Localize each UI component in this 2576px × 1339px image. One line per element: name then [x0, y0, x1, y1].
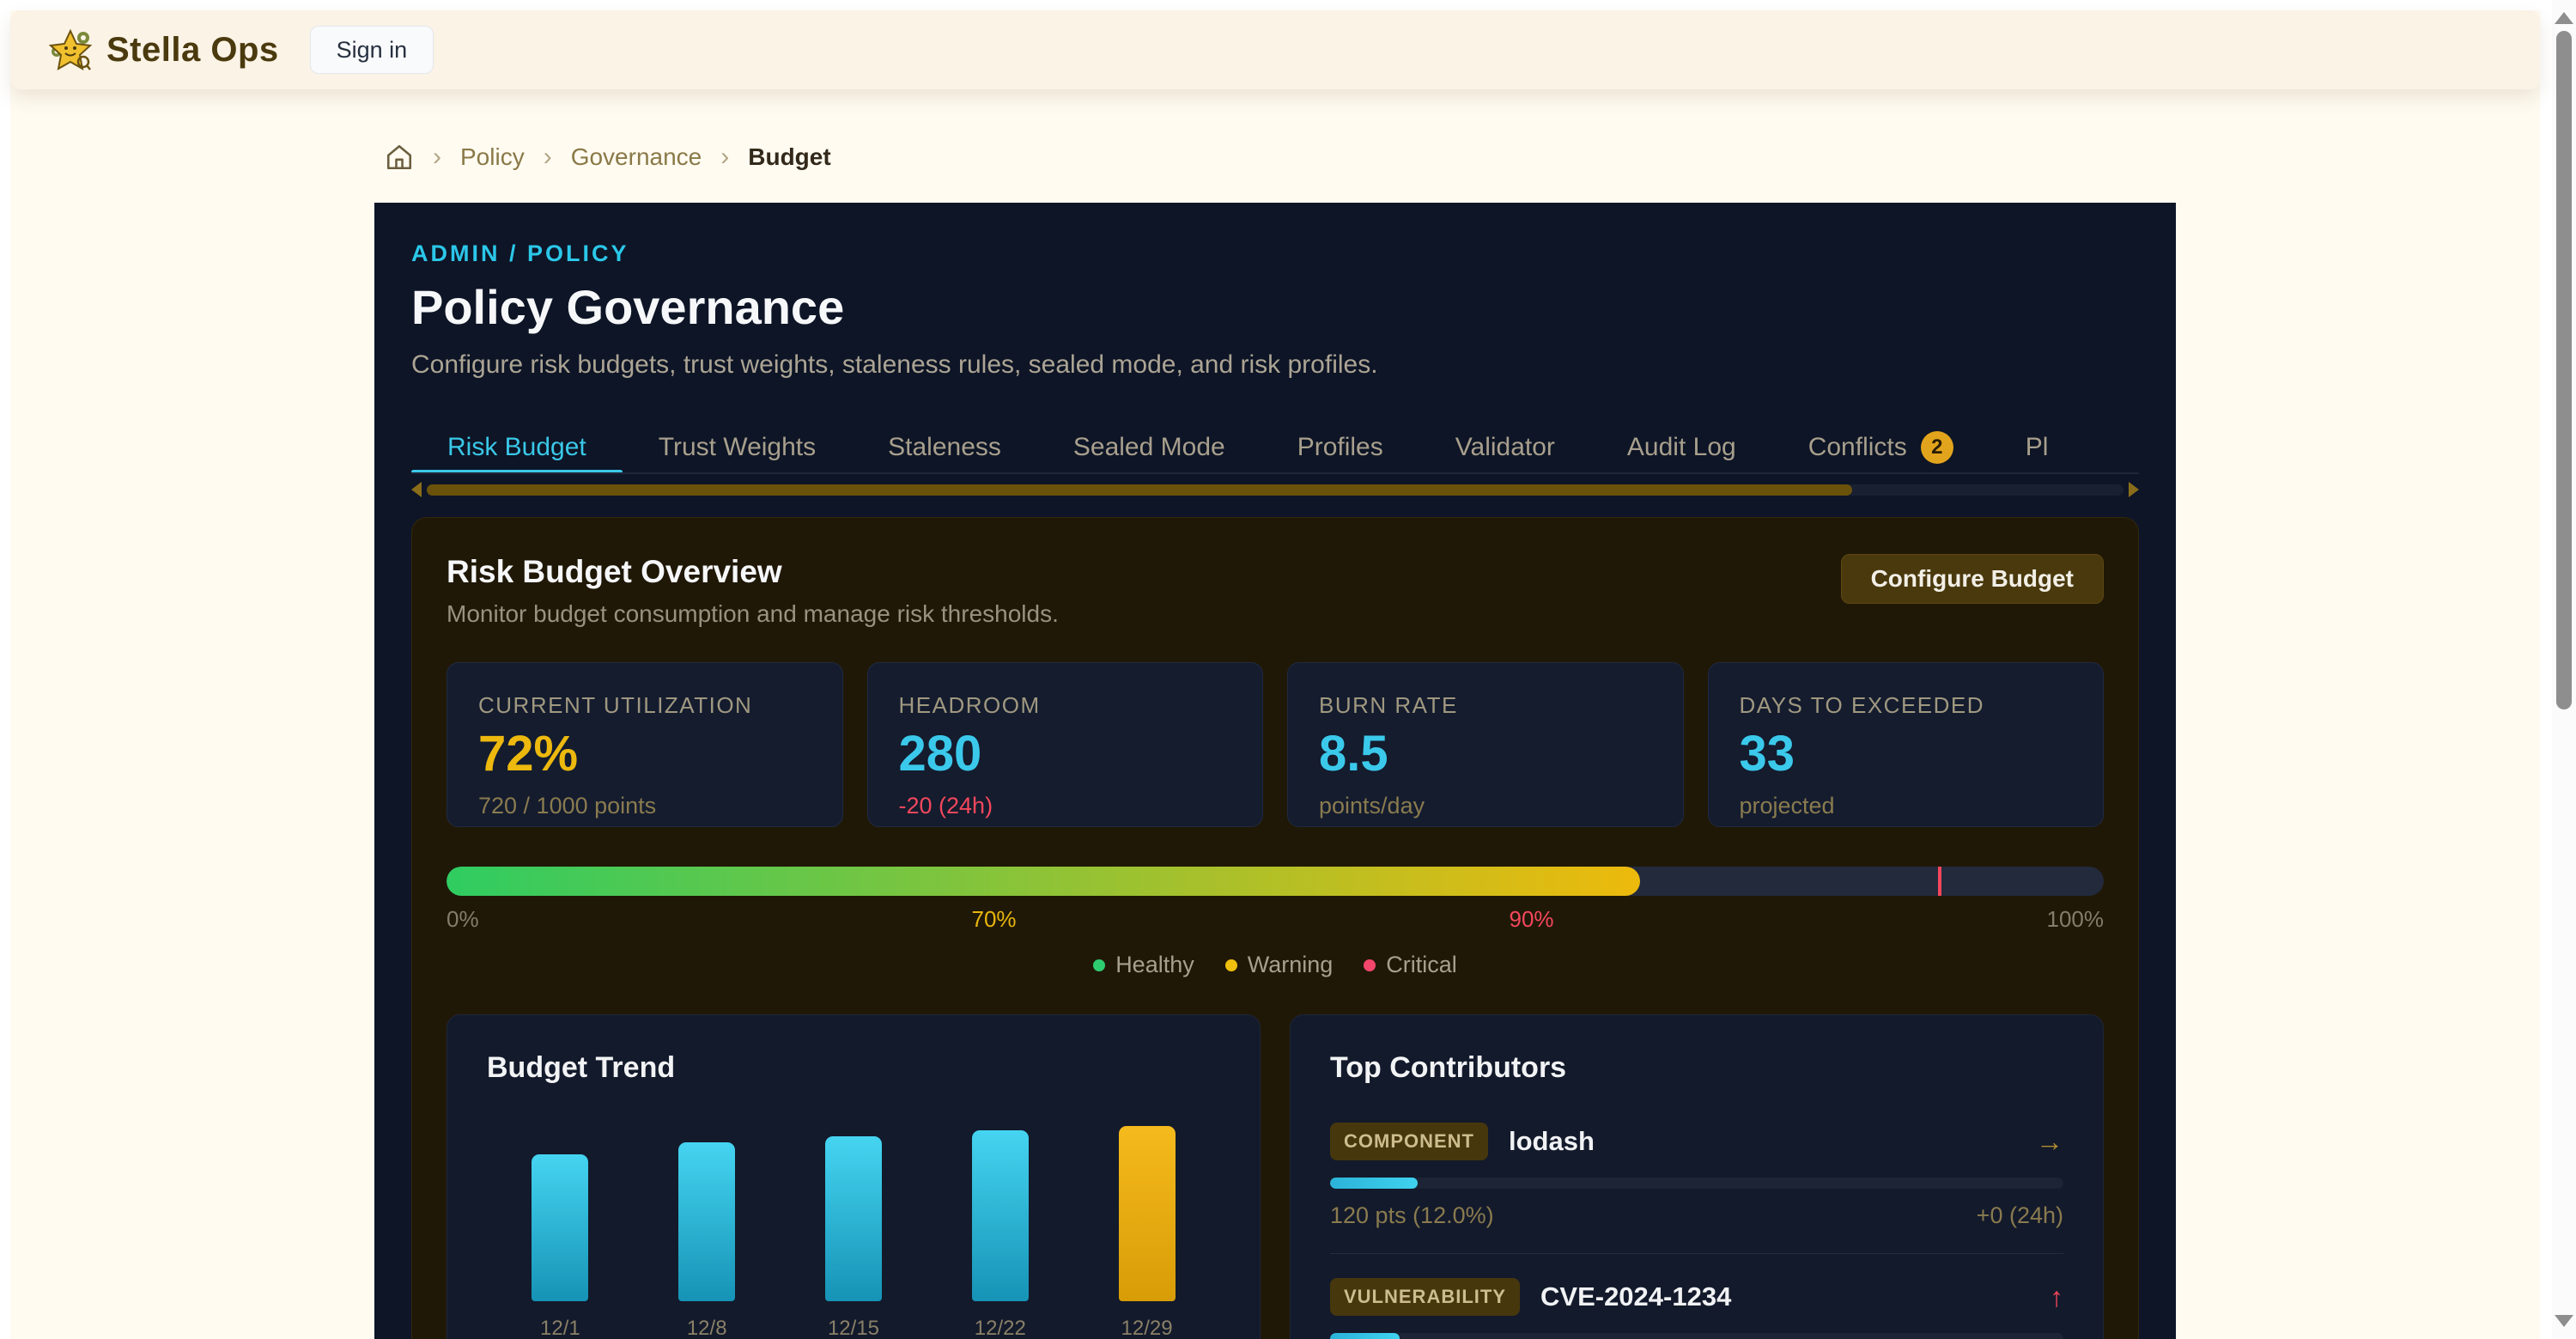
- tab-trust-weights[interactable]: Trust Weights: [623, 423, 852, 472]
- card-title: Risk Budget Overview: [447, 554, 1059, 590]
- contributor-name: CVE-2024-1234: [1540, 1281, 1731, 1312]
- page-title: Policy Governance: [411, 279, 2139, 335]
- brand-link[interactable]: Stella Ops: [48, 27, 279, 72]
- risk-budget-overview-card: Risk Budget Overview Monitor budget cons…: [411, 517, 2139, 1339]
- open-contributor-arrow-icon[interactable]: →: [2036, 1126, 2063, 1158]
- tab-audit-log[interactable]: Audit Log: [1591, 423, 1772, 472]
- trend-bar-label: 12/1: [540, 1317, 580, 1339]
- tab-staleness[interactable]: Staleness: [852, 423, 1037, 472]
- tab-clipped[interactable]: Pl: [1990, 423, 2085, 472]
- top-contributors-panel: Top Contributors COMPONENT lodash →: [1290, 1014, 2104, 1339]
- trend-bar: [1119, 1126, 1176, 1301]
- tab-scroll-thumb[interactable]: [427, 484, 1852, 496]
- critical-dot-icon: [1364, 959, 1376, 971]
- breadcrumb-separator: ›: [544, 143, 552, 172]
- tab-validator[interactable]: Validator: [1419, 423, 1591, 472]
- stella-logo-icon: [48, 27, 93, 72]
- stat-burn-rate: BURN RATE 8.5 points/day: [1287, 662, 1684, 827]
- budget-trend-panel: Budget Trend 12/1 12/8 12/15 12/22 12/29: [447, 1014, 1261, 1339]
- budget-utilization-bar: 0% 70% 90% 100% Healthy Warning: [447, 867, 2104, 978]
- status-legend: Healthy Warning Critical: [447, 952, 2104, 978]
- budget-trend-chart: 12/1 12/8 12/15 12/22 12/29: [487, 1126, 1220, 1339]
- tab-risk-budget[interactable]: Risk Budget: [411, 423, 623, 472]
- home-icon[interactable]: [385, 143, 414, 172]
- divider: [1330, 1253, 2063, 1254]
- trend-bar-label: 12/15: [828, 1317, 879, 1339]
- tab-scroll-right-arrow-icon[interactable]: [2129, 482, 2139, 497]
- trend-bar-label: 12/29: [1121, 1317, 1173, 1339]
- contributor-delta: +0 (24h): [1977, 1202, 2063, 1229]
- trend-bar-slot: 12/8: [678, 1126, 735, 1339]
- legend-warning: Warning: [1225, 952, 1334, 978]
- sign-in-button[interactable]: Sign in: [310, 26, 434, 74]
- brand-name: Stella Ops: [106, 31, 279, 70]
- contributor-name: lodash: [1509, 1126, 1595, 1157]
- page-subtitle: Configure risk budgets, trust weights, s…: [411, 350, 2139, 380]
- configure-budget-button[interactable]: Configure Budget: [1841, 554, 2104, 604]
- top-contributors-title: Top Contributors: [1330, 1051, 2063, 1085]
- stat-current-utilization: CURRENT UTILIZATION 72% 720 / 1000 point…: [447, 662, 843, 827]
- breadcrumb-link-governance[interactable]: Governance: [571, 143, 702, 171]
- trend-bar-slot: 12/15: [825, 1126, 882, 1339]
- tab-sealed-mode[interactable]: Sealed Mode: [1037, 423, 1261, 472]
- warning-dot-icon: [1225, 959, 1237, 971]
- browser-scrollbar[interactable]: [2552, 0, 2576, 1339]
- card-subtitle: Monitor budget consumption and manage ri…: [447, 600, 1059, 628]
- scroll-down-arrow-icon[interactable]: [2555, 1315, 2573, 1327]
- threshold-labels: 0% 70% 90% 100%: [447, 906, 2104, 933]
- tab-scroll-left-arrow-icon[interactable]: [411, 482, 422, 497]
- trend-bar-slot: 12/29: [1119, 1126, 1176, 1339]
- scroll-up-arrow-icon[interactable]: [2555, 12, 2573, 24]
- healthy-dot-icon: [1093, 959, 1105, 971]
- trend-bar-slot: 12/22: [972, 1126, 1029, 1339]
- breadcrumb-current: Budget: [748, 143, 830, 171]
- trend-bar: [972, 1130, 1029, 1301]
- budget-bar-track: [447, 867, 2104, 896]
- trend-bar: [532, 1154, 588, 1301]
- tab-scrollbar: [411, 483, 2139, 496]
- breadcrumb-separator: ›: [433, 143, 441, 172]
- conflicts-count-badge: 2: [1921, 431, 1953, 464]
- contribution-bar: [1330, 1178, 2063, 1189]
- trend-bar-label: 12/22: [975, 1317, 1026, 1339]
- tab-conflicts[interactable]: Conflicts 2: [1772, 423, 1990, 472]
- breadcrumb-separator: ›: [720, 143, 729, 172]
- legend-critical: Critical: [1364, 952, 1457, 978]
- legend-healthy: Healthy: [1093, 952, 1194, 978]
- tab-profiles[interactable]: Profiles: [1261, 423, 1419, 472]
- tab-scroll-track[interactable]: [427, 484, 2123, 496]
- trend-bar: [678, 1142, 735, 1301]
- stat-days-to-exceeded: DAYS TO EXCEEDED 33 projected: [1708, 662, 2105, 827]
- stats-row: CURRENT UTILIZATION 72% 720 / 1000 point…: [447, 662, 2104, 827]
- policy-governance-panel: ADMIN / POLICY Policy Governance Configu…: [374, 203, 2176, 1339]
- budget-bar-fill: [447, 867, 1640, 896]
- breadcrumb: › Policy › Governance › Budget: [385, 143, 2540, 172]
- top-bar: Stella Ops Sign in: [10, 10, 2540, 89]
- type-badge: VULNERABILITY: [1330, 1278, 1520, 1316]
- contributor-points: 120 pts (12.0%): [1330, 1202, 1494, 1229]
- page-background: Stella Ops Sign in › Policy › Governance…: [10, 10, 2540, 1339]
- critical-threshold-marker: [1938, 867, 1941, 896]
- trend-bar: [825, 1136, 882, 1301]
- section-eyebrow: ADMIN / POLICY: [411, 203, 2139, 267]
- trend-bar-label: 12/8: [687, 1317, 727, 1339]
- budget-trend-title: Budget Trend: [487, 1051, 1220, 1085]
- stat-headroom: HEADROOM 280 -20 (24h): [867, 662, 1264, 827]
- trend-bar-slot: 12/1: [532, 1126, 588, 1339]
- screen: Stella Ops Sign in › Policy › Governance…: [0, 0, 2576, 1339]
- scrollbar-thumb[interactable]: [2556, 31, 2572, 709]
- contribution-bar: [1330, 1333, 2063, 1339]
- contributor-item: COMPONENT lodash → 120 pts (12.0%) +0 (2…: [1330, 1123, 2063, 1254]
- trend-up-arrow-icon[interactable]: ↑: [2050, 1281, 2063, 1313]
- tab-bar: Risk Budget Trust Weights Staleness Seal…: [411, 423, 2139, 474]
- type-badge: COMPONENT: [1330, 1123, 1488, 1160]
- contributor-item: VULNERABILITY CVE-2024-1234 ↑ 95 pts (9.…: [1330, 1278, 2063, 1339]
- breadcrumb-link-policy[interactable]: Policy: [460, 143, 525, 171]
